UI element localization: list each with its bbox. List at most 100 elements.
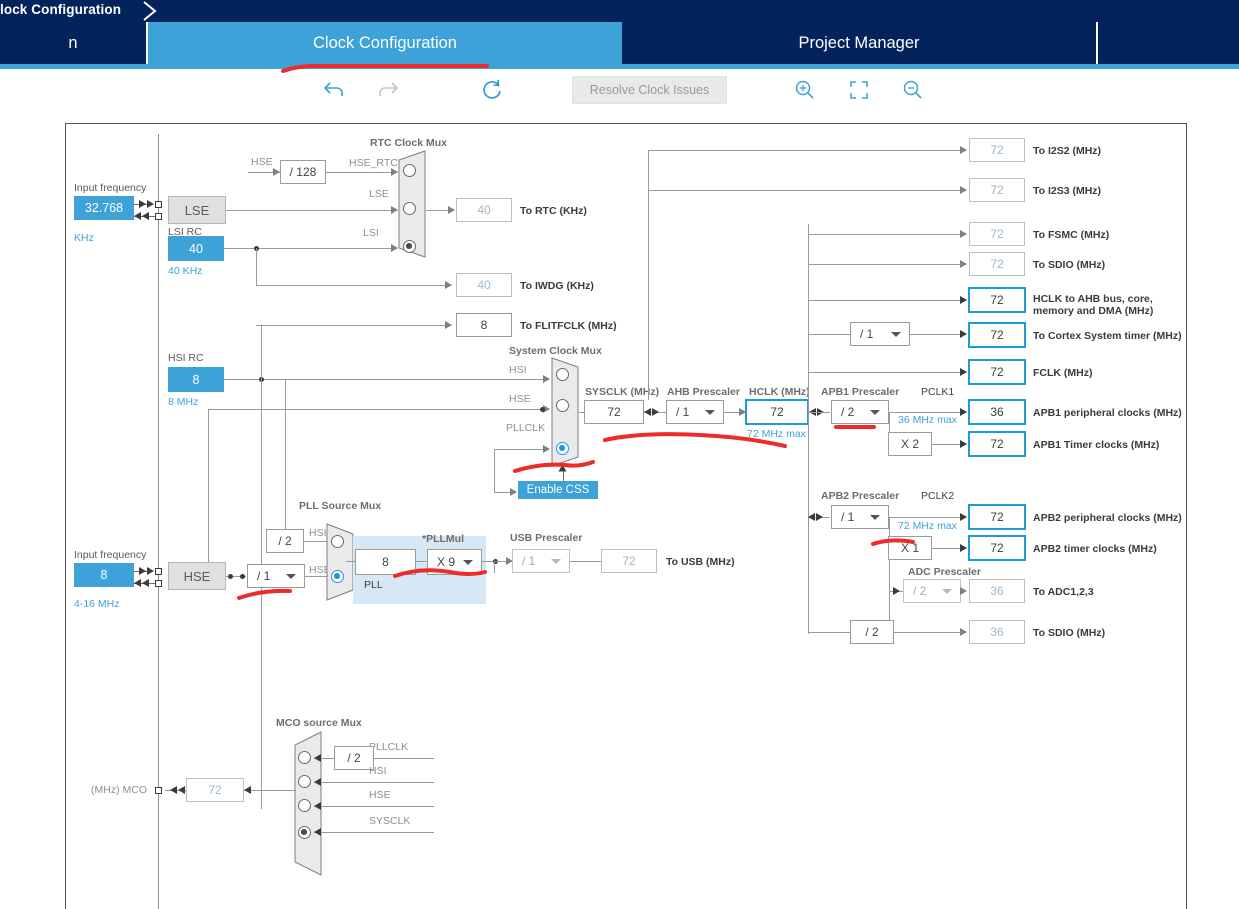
- to-i2s2-value-box: 72: [969, 138, 1025, 162]
- to-iwdg-value-box: 40: [456, 273, 512, 297]
- mco-value: 72: [208, 783, 222, 797]
- hse-range-label: 4-16 MHz: [74, 598, 120, 610]
- arrow: [314, 827, 321, 836]
- wire: [648, 150, 966, 151]
- mco-mux-radio-hsi[interactable]: [298, 775, 311, 788]
- wire: [889, 517, 890, 632]
- lse-value: 32.768: [84, 201, 124, 215]
- cortex-timer-value: 72: [990, 328, 1004, 342]
- chevron-down-icon: [870, 515, 880, 520]
- arrow: [142, 578, 149, 587]
- sysclk-mux-radio-hsi[interactable]: [556, 368, 569, 381]
- hse-prediv-value: / 1: [257, 569, 271, 583]
- zoom-out-icon[interactable]: [900, 78, 926, 102]
- adc-prescaler-select[interactable]: / 2: [903, 579, 961, 603]
- chevron-down-icon: [551, 559, 561, 564]
- chevron-right-icon: [140, 0, 164, 22]
- to-sdio2-label: To SDIO (MHz): [1033, 627, 1106, 639]
- cortex-prescaler-select[interactable]: / 1: [850, 322, 910, 346]
- redo-icon[interactable]: [375, 78, 401, 102]
- tab-project-manager[interactable]: Project Manager: [622, 22, 1098, 64]
- hse-prediv-select[interactable]: / 1: [247, 564, 305, 588]
- ahb-prescaler-select[interactable]: / 1: [666, 400, 724, 424]
- to-iwdg-label: To IWDG (KHz): [520, 280, 594, 292]
- junction-dot: [540, 406, 545, 412]
- sysclk-mux-radio-hse[interactable]: [556, 399, 569, 412]
- hclk-value-box: 72: [745, 399, 809, 425]
- hclk-ahb-value-box: 72: [968, 287, 1026, 313]
- arrow: [170, 785, 177, 794]
- to-sdio-label: To SDIO (MHz): [1033, 259, 1106, 271]
- sysclk-value: 72: [607, 405, 621, 419]
- mco-source-mux-title: MCO source Mux: [276, 717, 362, 729]
- wire: [648, 190, 966, 191]
- mco-value-box: 72: [186, 778, 244, 802]
- rtc-mux-radio-lse[interactable]: [403, 202, 416, 215]
- resolve-clock-issues-button[interactable]: Resolve Clock Issues: [572, 76, 727, 104]
- to-usb-value: 72: [622, 554, 636, 568]
- wire: [314, 832, 434, 833]
- pll-mux-radio-hsi[interactable]: [331, 535, 344, 548]
- chevron-down-icon: [463, 560, 473, 565]
- apb2-prescaler-select[interactable]: / 1: [831, 505, 889, 529]
- resolve-label: Resolve Clock Issues: [589, 83, 710, 97]
- mco-sysclk-label: SYSCLK: [369, 815, 411, 827]
- pll-multiplier-select[interactable]: X 9: [427, 549, 482, 575]
- mco-mux-radio-sysclk[interactable]: [298, 826, 311, 839]
- apb2-prescaler-value: / 1: [841, 510, 855, 524]
- hclk-ahb-label-line2: memory and DMA (MHz): [1033, 305, 1154, 317]
- usb-prescaler-select[interactable]: / 1: [512, 549, 570, 573]
- apb1-timer-label: APB1 Timer clocks (MHz): [1033, 439, 1160, 451]
- zoom-in-icon[interactable]: [792, 78, 818, 102]
- mco-mux-radio-pllclk[interactable]: [298, 751, 311, 764]
- pll-mux-radio-hse[interactable]: [331, 570, 344, 583]
- hse-input-frequency-label: Input frequency: [74, 549, 147, 561]
- tab-clock-configuration[interactable]: Clock Configuration: [148, 22, 622, 64]
- fit-to-screen-icon[interactable]: [846, 78, 872, 102]
- arrow: [314, 753, 321, 762]
- apb1-timer-value-box: 72: [968, 431, 1026, 457]
- hse-input-frequency-field[interactable]: 8: [74, 563, 134, 587]
- apb1-timer-multiplier-box: X 2: [888, 432, 932, 456]
- refresh-icon[interactable]: [480, 78, 506, 102]
- pll-hsi-divider-box: / 2: [266, 529, 304, 553]
- pllclk-mux-label: PLLCLK: [506, 422, 546, 434]
- arrow: [960, 259, 967, 268]
- wire: [226, 210, 397, 211]
- rtc-mux-radio-lsi[interactable]: [403, 240, 416, 253]
- wire: [208, 409, 209, 579]
- wire: [808, 412, 830, 413]
- lse-input-frequency-label: Input frequency: [74, 182, 147, 194]
- cortex-timer-label: To Cortex System timer (MHz): [1033, 330, 1182, 342]
- apb1-prescaler-select[interactable]: / 2: [831, 400, 889, 424]
- enable-css-button[interactable]: Enable CSS: [518, 481, 598, 499]
- arrow: [960, 329, 967, 338]
- rtc-mux-radio-hse-rtc[interactable]: [403, 164, 416, 177]
- to-fsmc-value: 72: [990, 227, 1004, 241]
- apb1-prescaler-value: / 2: [841, 405, 855, 419]
- hclk-max-label: 72 MHz max: [747, 428, 806, 440]
- apb1-peripheral-value-box: 36: [968, 399, 1026, 425]
- arrow: [960, 439, 967, 448]
- tab-tools[interactable]: [1098, 22, 1239, 64]
- undo-icon[interactable]: [321, 78, 347, 102]
- to-i2s3-label: To I2S3 (MHz): [1033, 185, 1102, 197]
- to-flitfclk-value: 8: [480, 318, 488, 332]
- hse-rtc-divider-box: / 128: [280, 160, 326, 184]
- wire: [494, 449, 495, 492]
- lse-input-frequency-field[interactable]: 32.768: [74, 196, 134, 220]
- apb1-peripheral-label: APB1 peripheral clocks (MHz): [1033, 407, 1182, 419]
- apb1-timer-multiplier: X 2: [900, 437, 919, 451]
- wire: [224, 379, 549, 380]
- sysclk-mux-radio-pllclk[interactable]: [556, 442, 569, 455]
- mco-mux-radio-hse[interactable]: [298, 799, 311, 812]
- arrow: [445, 320, 452, 329]
- hclk-title: HCLK (MHz): [749, 386, 810, 398]
- mco-pllclk-label: PLLCLK: [369, 741, 409, 753]
- to-fsmc-value-box: 72: [969, 222, 1025, 246]
- lse-label: LSE: [184, 202, 210, 218]
- to-adc-value-box: 36: [969, 579, 1025, 603]
- tab-pinout[interactable]: n: [0, 22, 148, 64]
- tab-label: Project Manager: [798, 33, 920, 52]
- lsi-value-box: 40: [168, 236, 224, 261]
